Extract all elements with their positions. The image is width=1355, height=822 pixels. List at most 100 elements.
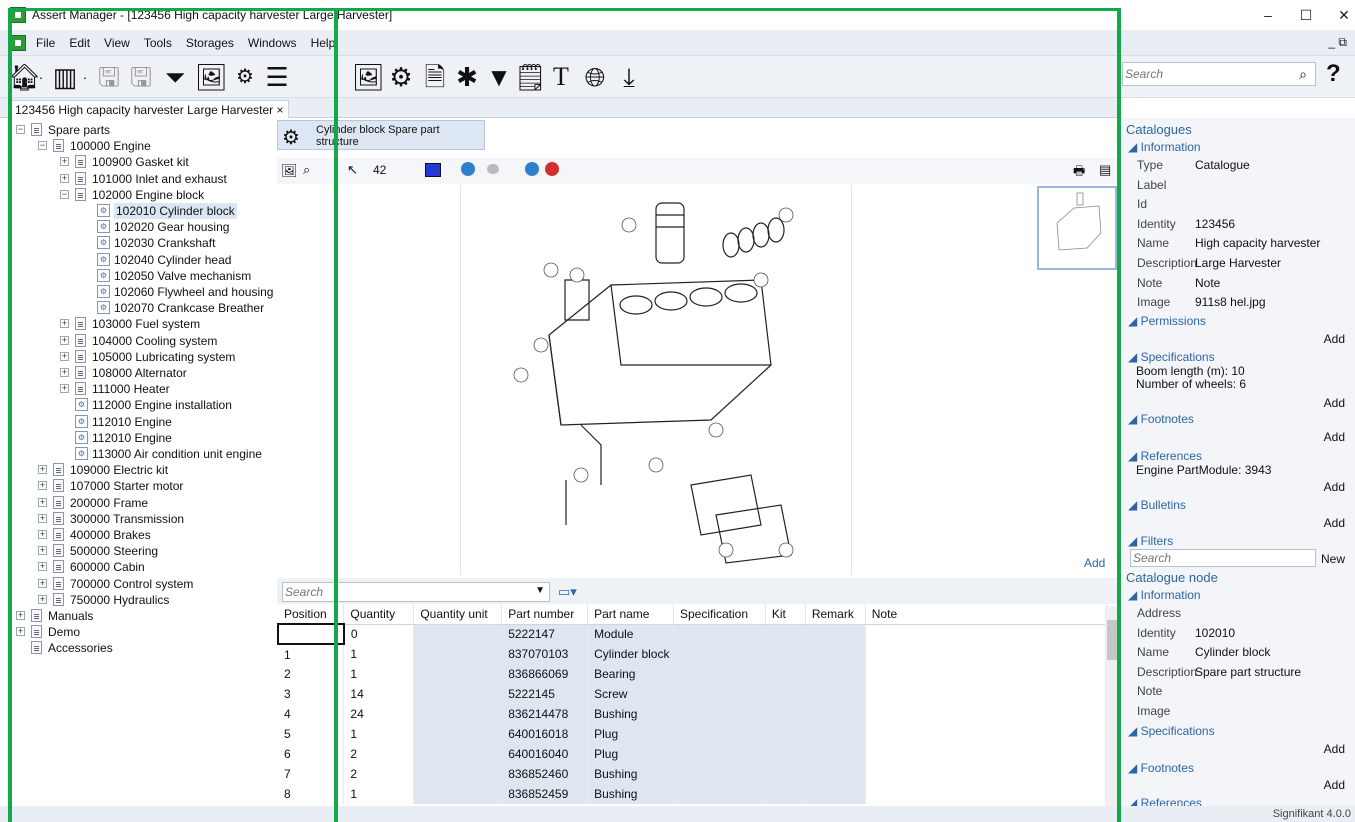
table-cell[interactable] [805,644,866,664]
tree-node[interactable]: 750000 Hydraulics [70,592,169,608]
footnotes-add-link[interactable]: Add [1324,430,1345,444]
tree-node[interactable]: 113000 Air condition unit engine [92,446,262,462]
tree-node[interactable]: 102020 Gear housing [114,219,229,235]
table-cell[interactable]: 24 [343,704,415,724]
drawing-thumbnail[interactable] [1037,186,1117,270]
column-header[interactable]: Kit [765,604,806,625]
property-value[interactable]: Catalogue [1195,158,1250,172]
tree-node[interactable]: 200000 Frame [70,495,148,511]
menu-tools[interactable]: Tools [144,36,172,50]
expand-icon[interactable]: + [38,513,47,523]
table-cell[interactable] [673,784,766,804]
table-cell[interactable]: Bushing [587,784,674,804]
property-value[interactable]: Cylinder block [1195,645,1270,659]
global-search-input[interactable] [1123,63,1283,85]
table-cell[interactable] [805,744,866,764]
table-row[interactable]: 7 2 836852460 Bushing [278,764,1108,784]
table-cell[interactable]: 640016018 [501,724,589,744]
tree-node[interactable]: 111000 Heater [92,381,170,397]
text-icon[interactable]: T [546,62,576,92]
table-cell[interactable] [765,724,806,744]
node-information-group[interactable]: ◢ Information [1128,588,1201,602]
expand-icon[interactable]: + [60,335,69,345]
marker-add-icon[interactable] [525,162,539,176]
expand-icon[interactable]: + [60,351,69,361]
property-value[interactable]: High capacity harvester [1195,236,1320,250]
table-row[interactable]: 3 14 5222145 Screw [278,684,1108,704]
collapse-icon[interactable]: − [16,125,25,134]
table-cell[interactable] [673,764,766,784]
report-icon[interactable]: 🗒 [514,62,547,92]
home-dropdown-icon[interactable]: · [36,62,46,92]
table-row[interactable]: 8 1 836852459 Bushing [278,784,1108,804]
table-cell[interactable]: 5222145 [501,684,589,704]
property-value[interactable]: 102010 [1195,626,1235,640]
tree-node[interactable]: 102060 Flywheel and housing [114,284,273,300]
save-all-icon[interactable]: 🖫 [126,62,156,92]
parts-gear-icon[interactable]: ⚙ [230,62,260,92]
column-header[interactable]: Part number [501,604,589,625]
bulletins-group[interactable]: ◢ Bulletins [1128,498,1186,512]
save-icon[interactable]: 🖫 [94,62,124,92]
table-cell[interactable] [865,644,1108,664]
table-cell[interactable]: 5222147 [501,624,589,644]
library-dropdown-icon[interactable]: · [80,62,90,92]
tab-harvester[interactable]: 123456 High capacity harvester Large Har… [10,100,289,118]
menu-file[interactable]: File [36,36,55,50]
tree-node[interactable]: 500000 Steering [70,543,158,559]
property-value[interactable]: Large Harvester [1195,256,1281,270]
column-header[interactable]: Note [865,604,1108,625]
table-cell[interactable] [765,644,806,664]
permissions-group[interactable]: ◢ Permissions [1128,314,1206,328]
column-header[interactable]: Specification [673,604,766,625]
exploded-view-drawing[interactable] [460,185,852,575]
tree-node[interactable]: 102050 Valve mechanism [114,268,251,284]
menu-help[interactable]: Help [311,36,336,50]
scrollbar-thumb[interactable] [1107,620,1117,660]
tree-node[interactable]: 109000 Electric kit [70,462,168,478]
node-specifications-group[interactable]: ◢ Specifications [1128,724,1215,738]
table-cell[interactable] [805,704,866,724]
expand-icon[interactable]: + [38,530,47,539]
expand-icon[interactable]: + [38,546,47,556]
drawing-add-link[interactable]: Add [1084,556,1105,570]
bulletins-add-link[interactable]: Add [1324,516,1345,530]
tree-node[interactable]: 300000 Transmission [70,511,184,527]
table-cell[interactable] [413,744,503,764]
table-cell[interactable]: 640016040 [501,744,589,764]
expand-icon[interactable]: + [38,578,47,588]
download-icon[interactable]: ⤓ [614,62,644,92]
gears-icon[interactable]: ⚙ [386,62,416,92]
tree-node[interactable]: Demo [48,624,80,640]
chevron-down-icon[interactable]: ▼ [535,585,545,596]
expand-icon[interactable]: + [60,157,69,167]
globe-icon[interactable]: 🌐︎ [580,62,610,92]
table-cell[interactable] [865,624,1108,644]
expand-icon[interactable]: + [38,594,47,604]
table-row[interactable]: 1 1 837070103 Cylinder block [278,644,1108,664]
color-swatch[interactable] [425,163,441,177]
table-row[interactable]: 6 2 640016040 Plug [278,744,1108,764]
table-cell[interactable]: Bearing [587,664,674,684]
expand-icon[interactable]: + [16,627,25,637]
print-icon[interactable]: 🖶 [1073,162,1085,184]
maximize-button[interactable]: ☐ [1287,0,1325,30]
table-cell[interactable] [765,664,806,684]
expand-icon[interactable]: + [60,319,69,329]
table-cell[interactable]: 836852459 [501,784,589,804]
filter-clear-icon[interactable]: ⏷ [160,62,190,92]
table-cell[interactable] [413,704,503,724]
filter-new-link[interactable]: New [1321,552,1345,566]
table-cell[interactable] [765,744,806,764]
tree-node[interactable]: 105000 Lubricating system [92,349,235,365]
table-cell[interactable] [865,784,1108,804]
table-cell[interactable] [805,724,866,744]
specifications-group[interactable]: ◢ Specifications [1128,350,1215,364]
marker-blue-icon[interactable] [461,162,475,176]
tab-close-icon[interactable]: × [276,103,283,117]
grid-search-input[interactable] [283,583,523,601]
expand-icon[interactable]: + [60,173,69,183]
filter-search-input[interactable] [1130,549,1316,567]
table-cell[interactable]: Plug [587,744,674,764]
tree-node[interactable]: 100900 Gasket kit [92,154,189,170]
